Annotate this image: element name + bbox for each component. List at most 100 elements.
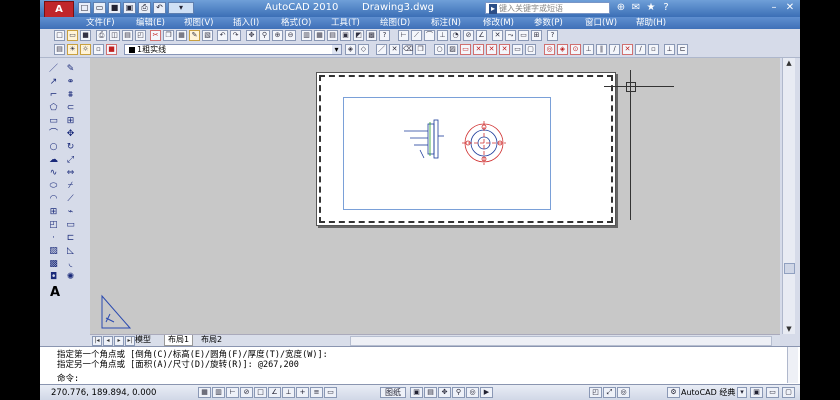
communication-icon[interactable]: ✉ <box>630 2 642 14</box>
layer-dropdown[interactable]: 1粗实线 ▾ <box>124 44 342 55</box>
lock-ui-icon[interactable]: ▣ <box>750 387 763 398</box>
join-icon[interactable]: ⊞ <box>531 30 542 41</box>
save-as-icon[interactable]: ▣ <box>123 2 136 14</box>
layer-previous-icon[interactable]: ◇ <box>358 44 369 55</box>
application-menu-button[interactable]: A <box>44 1 74 18</box>
layer-freeze-icon[interactable]: ☼ <box>80 44 91 55</box>
array-icon[interactable]: ⊞ <box>64 116 77 127</box>
rectangle-icon[interactable]: ▭ <box>47 116 60 127</box>
snap-extension-icon[interactable]: ▭ <box>512 44 523 55</box>
copy-object-icon[interactable]: ⚭ <box>64 77 77 88</box>
drawing-area[interactable] <box>90 58 780 334</box>
ellipse-arc-icon[interactable]: ◠ <box>47 194 60 205</box>
join-object-icon[interactable]: ⊏ <box>64 233 77 244</box>
3d-dwf-icon[interactable]: ◰ <box>135 30 146 41</box>
ucs-origin-icon[interactable]: ⊏ <box>677 44 688 55</box>
quick-view-layouts-icon[interactable]: ▣ <box>410 387 423 398</box>
scale-icon[interactable]: ⤢ <box>64 155 77 166</box>
favorites-icon[interactable]: ★ <box>645 2 657 14</box>
make-block-icon[interactable]: ◰ <box>47 220 60 231</box>
dim-diameter-icon[interactable]: ⊘ <box>463 30 474 41</box>
help-icon[interactable]: ? <box>660 2 672 14</box>
menu-tools[interactable]: 工具(T) <box>331 17 360 29</box>
clean-screen-icon[interactable]: ▢ <box>782 387 795 398</box>
zoom-window-icon[interactable]: ⊕ <box>272 30 283 41</box>
insert-block-icon[interactable]: ⊞ <box>47 207 60 218</box>
paste-icon[interactable]: ▦ <box>176 30 187 41</box>
menu-file[interactable]: 文件(F) <box>86 17 115 29</box>
redo-arrow-icon[interactable]: ↷ <box>230 30 241 41</box>
snap-midpoint-icon[interactable]: ✕ <box>473 44 484 55</box>
snap-tangent-icon[interactable]: ⊙ <box>570 44 581 55</box>
menu-dimension[interactable]: 标注(N) <box>431 17 461 29</box>
markup-icon[interactable]: ◩ <box>353 30 364 41</box>
copy-icon[interactable]: ❐ <box>163 30 174 41</box>
dim-angular-icon[interactable]: ∠ <box>476 30 487 41</box>
erase-tool-icon[interactable]: ⌫ <box>402 44 413 55</box>
cut-icon[interactable]: ✂ <box>150 30 161 41</box>
hatch-tool-icon[interactable]: ▨ <box>447 44 458 55</box>
gradient-icon[interactable]: ▩ <box>47 259 60 270</box>
layer-manager-icon[interactable]: ▤ <box>54 44 65 55</box>
region-icon[interactable]: ◘ <box>47 272 60 283</box>
search-input[interactable]: ▸ 键入关键字或短语 <box>485 2 610 14</box>
command-prompt[interactable]: 命令: <box>57 372 79 384</box>
binoculars-icon[interactable]: ⊕ <box>615 2 627 14</box>
polar-tracking-icon[interactable]: ⊘ <box>240 387 253 398</box>
grid-display-icon[interactable]: ▥ <box>212 387 225 398</box>
dim-ordinate-icon[interactable]: ⊥ <box>437 30 448 41</box>
polygon-icon[interactable]: ⬠ <box>47 103 60 114</box>
print-icon[interactable]: ⎙ <box>96 30 107 41</box>
osnap-settings-icon[interactable]: ▫ <box>648 44 659 55</box>
plot-icon[interactable]: ⎙ <box>138 2 151 14</box>
coordinate-readout[interactable]: 270.776, 189.894, 0.000 <box>51 388 156 398</box>
snap-apparent-icon[interactable]: ✕ <box>499 44 510 55</box>
scroll-thumb[interactable] <box>784 263 795 274</box>
break-icon[interactable]: ▭ <box>518 30 529 41</box>
copy-tool-icon[interactable]: ❐ <box>415 44 426 55</box>
snap-endpoint-icon[interactable]: ▭ <box>460 44 471 55</box>
xline-tool-icon[interactable]: ✕ <box>389 44 400 55</box>
design-center-icon[interactable]: ▦ <box>314 30 325 41</box>
snap-none-icon[interactable]: ∕ <box>635 44 646 55</box>
menu-help[interactable]: 帮助(H) <box>636 17 666 29</box>
scroll-up-icon[interactable]: ▲ <box>783 58 795 68</box>
save-file-icon[interactable]: ■ <box>80 30 91 41</box>
otrack-icon[interactable]: ∠ <box>268 387 281 398</box>
rotate-icon[interactable]: ↻ <box>64 142 77 153</box>
snap-quadrant-icon[interactable]: ◈ <box>557 44 568 55</box>
paper-space-button[interactable]: 图纸 <box>380 387 406 398</box>
pan-status-icon[interactable]: ✥ <box>438 387 451 398</box>
open-icon[interactable]: ▭ <box>93 2 106 14</box>
snap-nearest-icon[interactable]: ✕ <box>622 44 633 55</box>
menu-modify[interactable]: 修改(M) <box>483 17 514 29</box>
ucs-icon[interactable]: ⟂ <box>664 44 675 55</box>
tab-layout2[interactable]: 布局2 <box>198 335 225 345</box>
menu-view[interactable]: 视图(V) <box>184 17 213 29</box>
stretch-icon[interactable]: ⇔ <box>64 168 77 179</box>
first-tab-icon[interactable]: |◂ <box>92 336 102 346</box>
workspace-dropdown-icon[interactable]: ▾ <box>737 387 747 398</box>
spline-icon[interactable]: ∿ <box>47 168 60 179</box>
snap-intersection-icon[interactable]: ✕ <box>486 44 497 55</box>
make-current-layer-icon[interactable]: ◈ <box>345 44 356 55</box>
layer-lock-icon[interactable]: ▫ <box>93 44 104 55</box>
menu-format[interactable]: 格式(O) <box>281 17 311 29</box>
menu-parametric[interactable]: 参数(P) <box>534 17 563 29</box>
move-icon[interactable]: ✥ <box>64 129 77 140</box>
dim-arc-icon[interactable]: ⌒ <box>424 30 435 41</box>
revcloud-icon[interactable]: ☁ <box>47 155 60 166</box>
tab-model[interactable]: 模型 <box>132 335 154 345</box>
point-icon[interactable]: · <box>47 233 60 244</box>
dim-linear-icon[interactable]: ⊢ <box>398 30 409 41</box>
polyline-icon[interactable]: ⌐ <box>47 90 60 101</box>
open-file-icon[interactable]: ▭ <box>67 30 78 41</box>
dim-radius-icon[interactable]: ◔ <box>450 30 461 41</box>
snap-parallel-icon[interactable]: ∥ <box>596 44 607 55</box>
lineweight-icon[interactable]: ≡ <box>310 387 323 398</box>
zoom-status-icon[interactable]: ⚲ <box>452 387 465 398</box>
quickcalc-icon[interactable]: ▩ <box>366 30 377 41</box>
hatch-icon[interactable]: ▨ <box>47 246 60 257</box>
plot-preview-icon[interactable]: ◫ <box>109 30 120 41</box>
toolbar-lock-icon[interactable]: ▭ <box>766 387 779 398</box>
